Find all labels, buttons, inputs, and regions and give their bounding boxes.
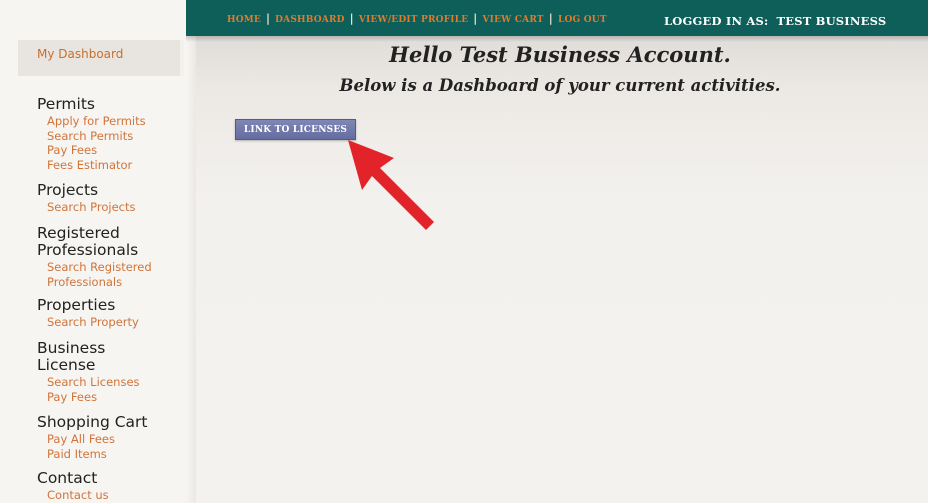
sidebar-dashboard-tab[interactable]: My Dashboard: [18, 40, 184, 76]
logged-in-label: LOGGED IN AS:: [664, 14, 769, 28]
sidebar-link-pay-all-fees[interactable]: Pay All Fees: [47, 432, 187, 447]
sidebar-link-search-projects[interactable]: Search Projects: [47, 200, 187, 215]
sidebar-section-business-license: Business License Search Licenses Pay Fee…: [37, 339, 140, 405]
sidebar-link-search-registered-professionals[interactable]: Search Registered Professionals: [47, 260, 162, 289]
sidebar-section-links: Search Projects: [37, 200, 187, 215]
sidebar-link-paid-items[interactable]: Paid Items: [47, 447, 187, 462]
sidebar-section-title: Business License: [37, 339, 106, 374]
sidebar-section-links: Search Property: [37, 315, 187, 330]
nav-edit-profile-link[interactable]: VIEW/EDIT PROFILE: [359, 15, 468, 25]
nav-view-cart-link[interactable]: VIEW CART: [483, 15, 544, 25]
nav-home-link[interactable]: HOME: [227, 15, 261, 25]
page: My Dashboard Permits Apply for Permits S…: [0, 0, 928, 503]
red-arrow-icon: [348, 140, 434, 230]
sidebar-section-links: Search Registered Professionals: [37, 260, 167, 289]
sidebar-section-registered-professionals: Registered Professionals Search Register…: [37, 225, 167, 289]
logged-in-status: LOGGED IN AS:TEST BUSINESS ACCOUNT: [664, 10, 924, 36]
nav-separator: |: [473, 12, 478, 25]
sidebar-link-search-licenses[interactable]: Search Licenses: [47, 375, 140, 390]
top-nav: HOME | DASHBOARD | VIEW/EDIT PROFILE | VIEW CA…: [227, 12, 607, 25]
sidebar-link-pay-fees[interactable]: Pay Fees: [47, 143, 187, 158]
sidebar-section-contact: Contact Contact us: [37, 470, 187, 503]
sidebar-link-fees-estimator[interactable]: Fees Estimator: [47, 158, 187, 173]
sidebar-link-contact-us[interactable]: Contact us: [47, 488, 187, 503]
nav-logout-link[interactable]: LOG OUT: [558, 15, 607, 25]
sidebar-section-title: Properties: [37, 296, 116, 314]
sidebar-dashboard-label[interactable]: My Dashboard: [37, 47, 123, 61]
nav-dashboard-link[interactable]: DASHBOARD: [275, 15, 344, 25]
sidebar-link-apply-permits[interactable]: Apply for Permits: [47, 114, 187, 129]
sidebar-link-pay-fees[interactable]: Pay Fees: [47, 390, 117, 405]
sidebar-section-title: Registered Professionals: [37, 224, 139, 259]
sidebar-link-search-permits[interactable]: Search Permits: [47, 129, 187, 144]
sidebar-section-links: Apply for Permits Search Permits Pay Fee…: [37, 114, 187, 172]
sidebar-section-permits: Permits Apply for Permits Search Permits…: [37, 96, 187, 172]
sidebar-link-search-property[interactable]: Search Property: [47, 315, 187, 330]
top-nav-bar: HOME | DASHBOARD | VIEW/EDIT PROFILE | VIEW CA…: [186, 0, 928, 36]
sidebar-section-shopping-cart: Shopping Cart Pay All Fees Paid Items: [37, 414, 187, 461]
page-subtitle: Below is a Dashboard of your current act…: [339, 76, 781, 95]
sidebar-section-links: Search Licenses Pay Fees: [37, 375, 140, 405]
sidebar-section-properties: Properties Search Property: [37, 297, 187, 330]
sidebar-section-title: Contact: [37, 469, 98, 487]
sidebar: My Dashboard Permits Apply for Permits S…: [0, 0, 196, 503]
sidebar-section-title: Shopping Cart: [37, 413, 148, 431]
nav-separator: |: [548, 12, 553, 25]
sidebar-section-projects: Projects Search Projects: [37, 182, 187, 215]
sidebar-section-links: Pay All Fees Paid Items: [37, 432, 187, 461]
link-to-licenses-button[interactable]: LINK TO LICENSES: [235, 119, 356, 140]
nav-separator: |: [349, 12, 354, 25]
sidebar-section-title: Projects: [37, 181, 99, 199]
page-title: Hello Test Business Account.: [389, 42, 731, 67]
sidebar-section-title: Permits: [37, 95, 95, 113]
sidebar-section-links: Contact us: [37, 488, 187, 503]
nav-separator: |: [265, 12, 271, 25]
